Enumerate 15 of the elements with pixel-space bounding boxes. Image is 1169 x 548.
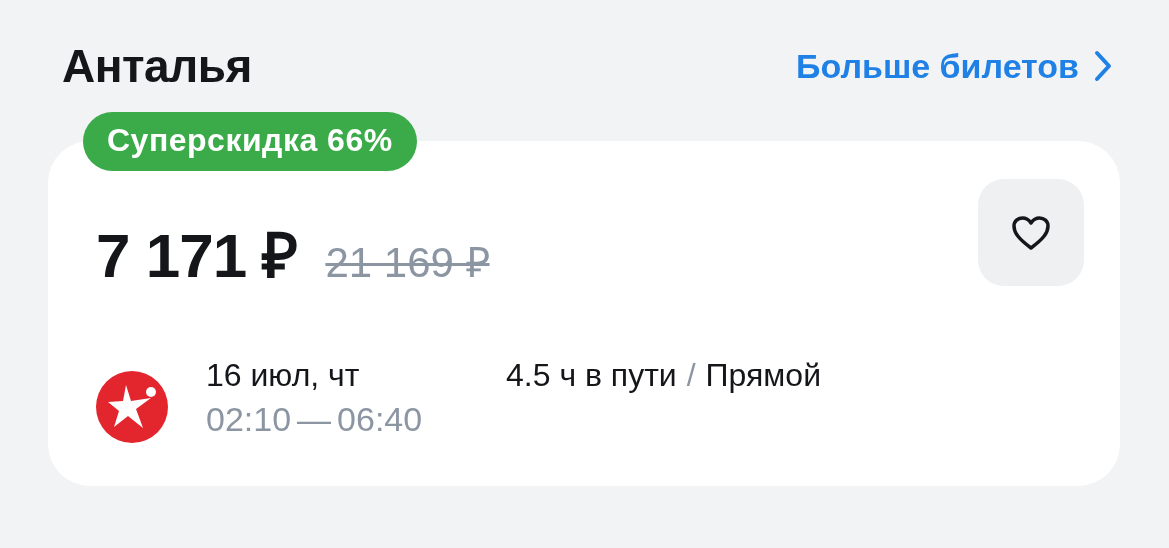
arrival-time: 06:40 xyxy=(337,400,423,439)
price: 7 171 ₽ xyxy=(96,220,298,292)
departure-time: 02:10 xyxy=(206,400,292,439)
old-price: 21 169 ₽ xyxy=(325,238,490,288)
flight-date: 16 июл, чт xyxy=(206,357,361,394)
chevron-right-icon xyxy=(1093,50,1113,82)
section-title: Анталья xyxy=(62,39,252,93)
discount-badge: Суперскидка 66% xyxy=(83,112,417,171)
airline-logo-icon xyxy=(96,371,168,443)
time-dash: — xyxy=(297,400,332,439)
more-tickets-link[interactable]: Больше билетов xyxy=(796,46,1113,86)
route-type: Прямой xyxy=(705,357,821,394)
separator: / xyxy=(686,357,696,394)
favorite-button[interactable] xyxy=(978,179,1084,286)
flight-duration: 4.5 ч в пути xyxy=(506,357,677,394)
